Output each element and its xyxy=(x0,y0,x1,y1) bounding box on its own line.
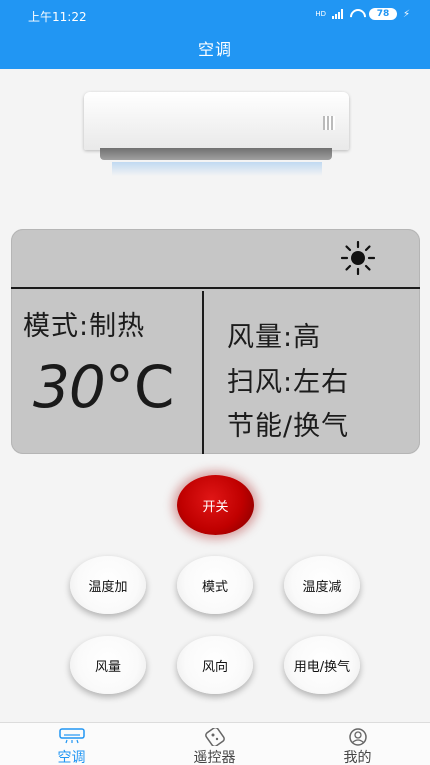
status-bar: 上午11:22 HD 78 ⚡ xyxy=(0,0,430,30)
ac-vent xyxy=(100,148,332,160)
wifi-icon xyxy=(349,9,363,19)
air-conditioner-illustration xyxy=(84,92,349,176)
user-icon xyxy=(348,728,367,746)
air-conditioner-icon xyxy=(58,728,85,744)
tab-profile[interactable]: 我的 xyxy=(286,723,429,765)
charging-icon: ⚡ xyxy=(402,8,410,20)
signal-icon xyxy=(331,9,343,19)
temperature-unit: °C xyxy=(104,353,175,421)
fan-speed-text: 风量:高 xyxy=(227,322,322,353)
page-title: 空调 xyxy=(197,40,232,59)
mode-button[interactable]: 模式 xyxy=(177,556,253,614)
direction-button[interactable]: 风向 xyxy=(177,636,253,694)
remote-icon xyxy=(204,728,225,746)
sun-icon xyxy=(341,241,375,275)
temp-up-button[interactable]: 温度加 xyxy=(70,556,146,614)
battery-level: 78 xyxy=(376,9,390,19)
ac-unit-body xyxy=(84,92,349,160)
tab-air-conditioner[interactable]: 空调 xyxy=(0,723,143,765)
temperature-readout: 30°C xyxy=(33,353,174,421)
swing-text: 扫风:左右 xyxy=(227,367,350,398)
app-bar: 上午11:22 HD 78 ⚡ 空调 xyxy=(0,0,430,69)
ac-sensor-grid xyxy=(323,116,335,130)
fan-button[interactable]: 风量 xyxy=(70,636,146,694)
tab-remote[interactable]: 遥控器 xyxy=(143,723,286,765)
power-save-button[interactable]: 用电/换气 xyxy=(284,636,360,694)
display-divider-vertical xyxy=(202,291,204,454)
battery-icon: 78 xyxy=(368,8,397,20)
tab-label: 空调 xyxy=(57,750,86,765)
energy-text: 节能/换气 xyxy=(227,411,350,442)
power-button[interactable]: 开关 xyxy=(177,475,254,535)
mode-text: 模式:制热 xyxy=(23,311,146,342)
status-time: 上午11:22 xyxy=(28,10,87,24)
hd-indicator: HD xyxy=(315,10,326,18)
display-divider-horizontal xyxy=(11,287,420,289)
ac-status-display: 模式:制热 30°C 风量:高 扫风:左右 节能/换气 xyxy=(11,229,420,454)
tab-label: 遥控器 xyxy=(193,750,236,765)
tab-label: 我的 xyxy=(343,750,372,765)
bottom-nav: 空调 遥控器 我的 xyxy=(0,722,430,765)
temperature-value: 30 xyxy=(33,353,106,421)
ac-airflow xyxy=(112,162,322,176)
status-icons: HD 78 ⚡ xyxy=(315,8,410,20)
temp-down-button[interactable]: 温度减 xyxy=(284,556,360,614)
